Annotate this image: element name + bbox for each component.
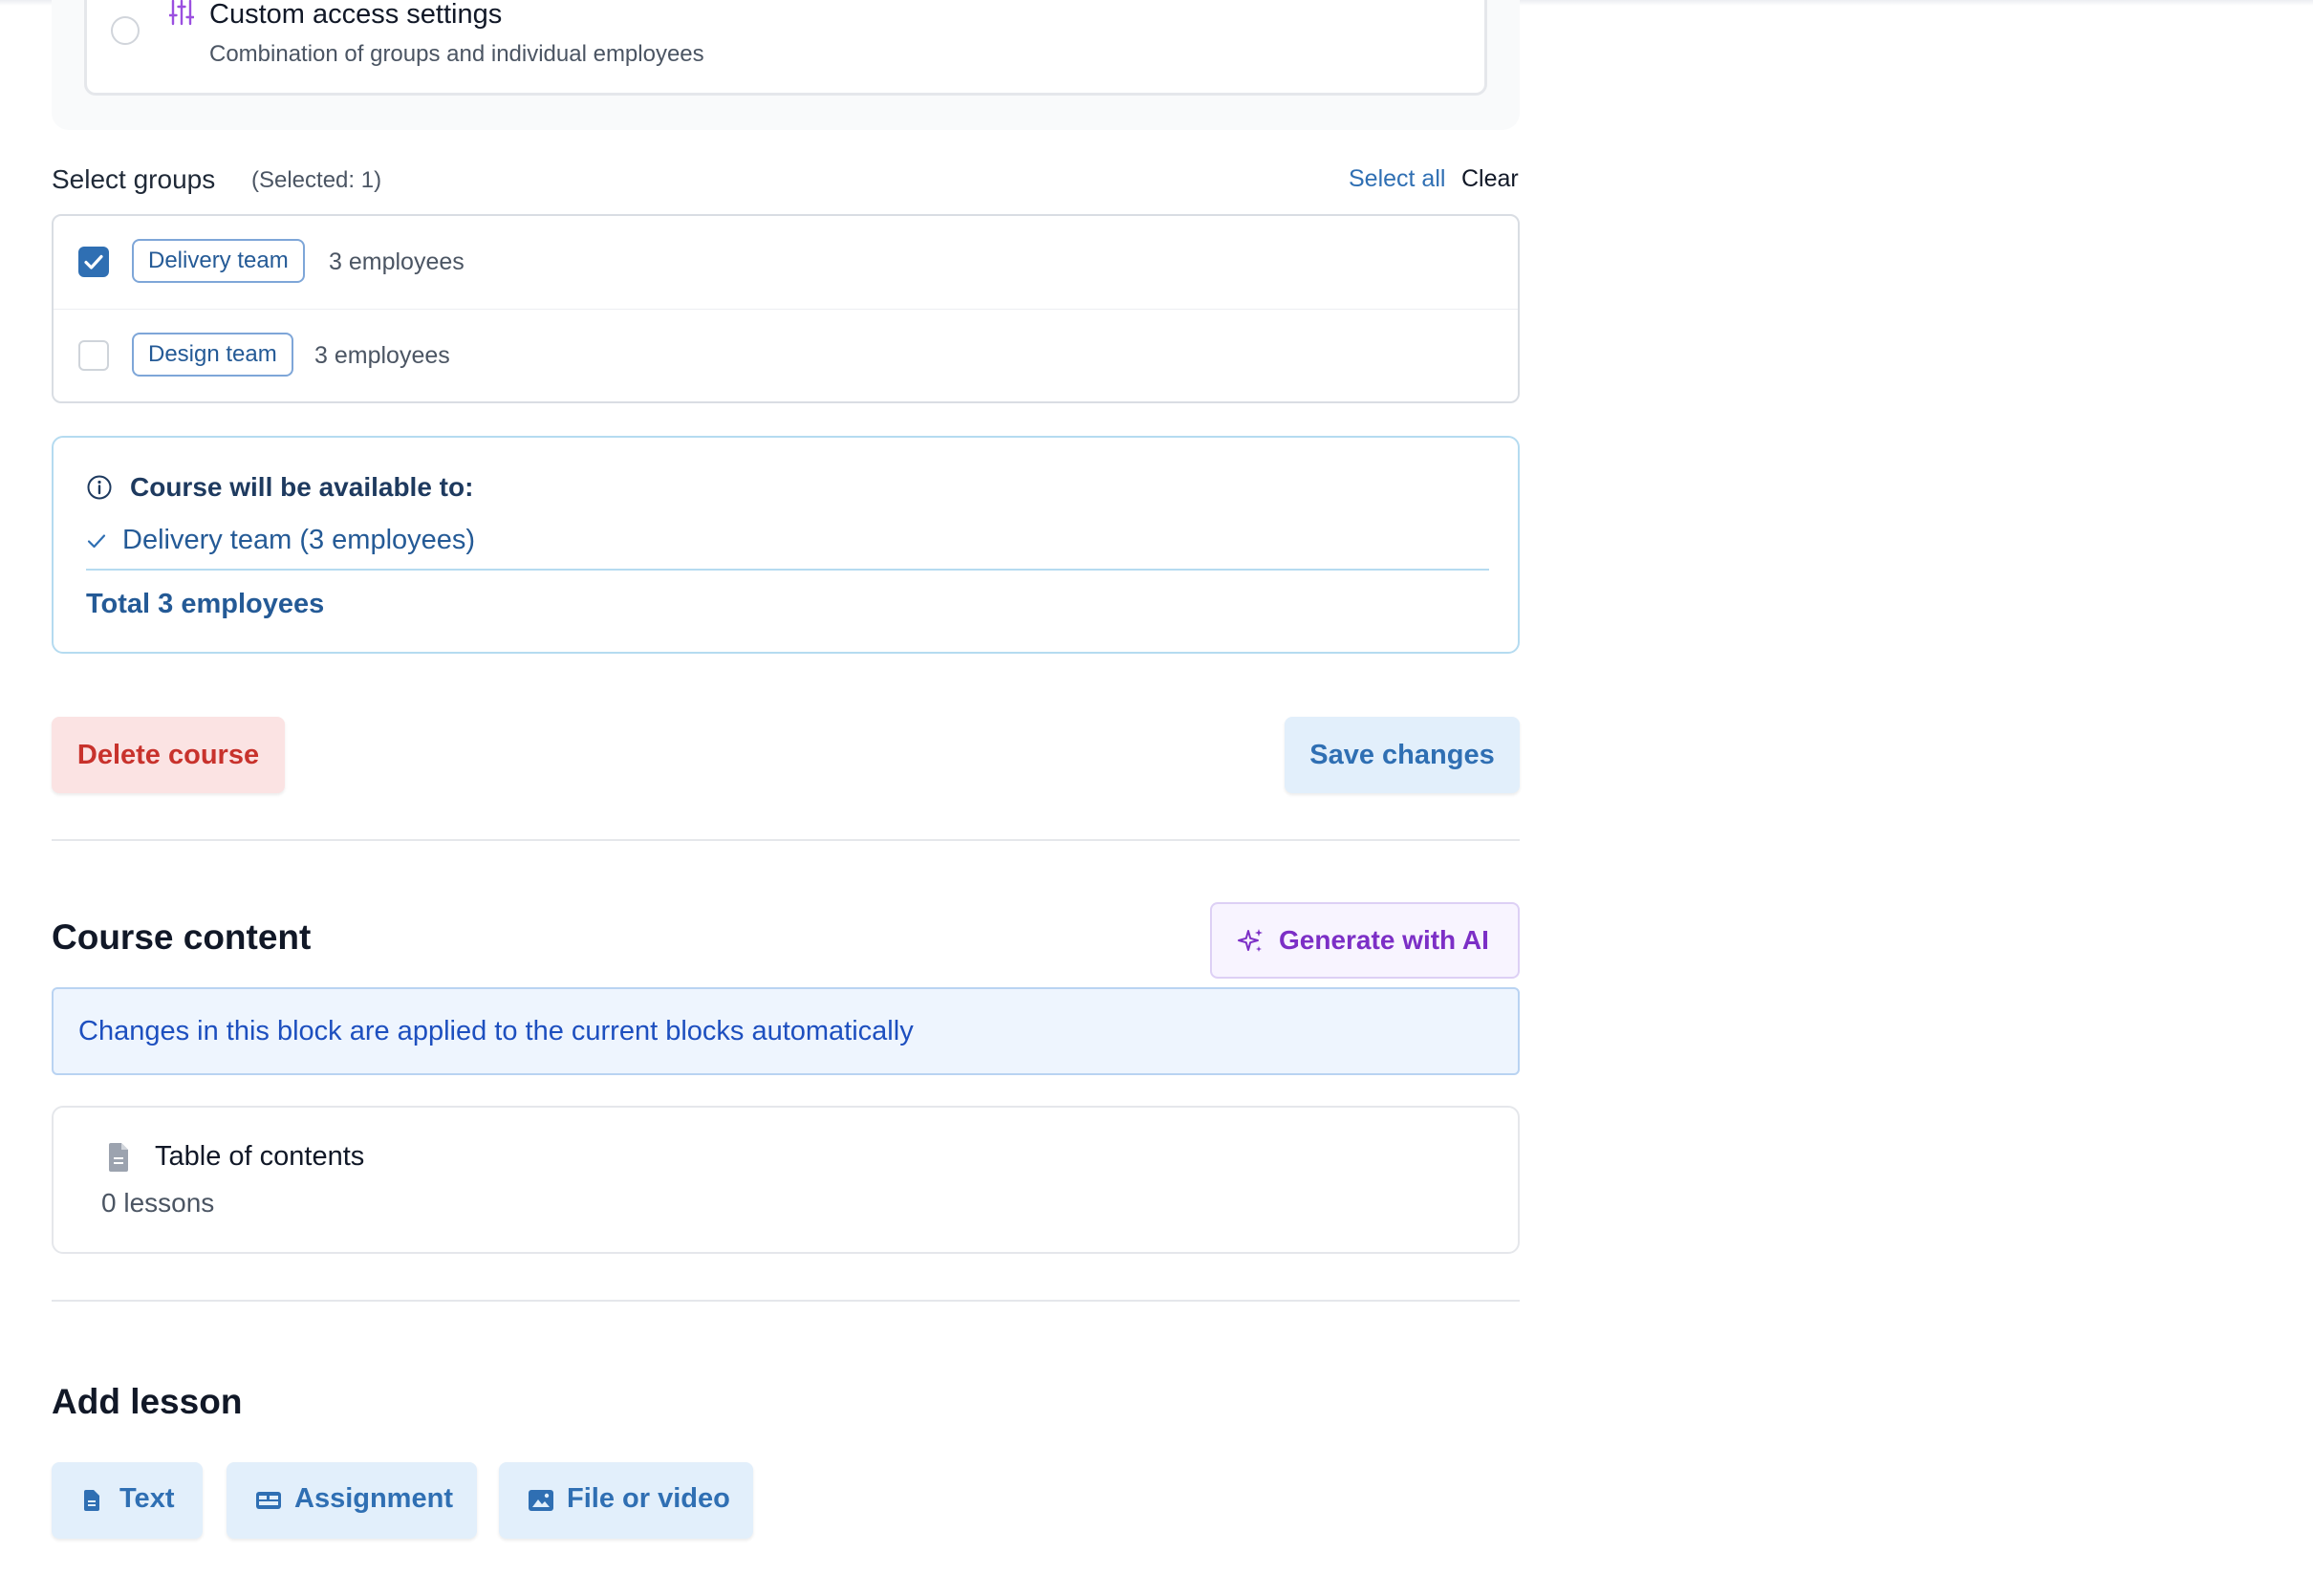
add-file-or-video-button[interactable]: File or video: [499, 1462, 753, 1539]
course-content-heading: Course content: [52, 917, 312, 957]
group-row-design[interactable]: Design team 3 employees: [54, 310, 1518, 402]
group-row-delivery[interactable]: Delivery team 3 employees: [54, 216, 1518, 310]
auto-apply-notice: Changes in this block are applied to the…: [52, 987, 1520, 1075]
group-employee-count: 3 employees: [329, 248, 465, 275]
availability-divider: [86, 569, 1489, 571]
clear-link[interactable]: Clear: [1461, 165, 1519, 193]
sliders-icon: [169, 0, 194, 26]
assignment-icon: [256, 1492, 281, 1509]
availability-summary: Course will be available to: Delivery te…: [52, 436, 1520, 654]
availability-total: Total 3 employees: [86, 589, 325, 619]
custom-access-title: Custom access settings: [209, 0, 503, 30]
groups-list: Delivery team 3 employees Design team 3 …: [52, 214, 1520, 403]
custom-access-subtitle: Combination of groups and individual emp…: [209, 41, 704, 67]
checkmark-icon: [84, 254, 103, 270]
section-divider: [52, 839, 1520, 841]
group-tag: Design team: [132, 333, 293, 377]
check-icon: [87, 534, 106, 549]
selected-count: (Selected: 1): [251, 167, 382, 193]
availability-title: Course will be available to:: [130, 472, 474, 502]
access-options-panel: Custom access settings Combination of gr…: [52, 0, 1520, 130]
generate-with-ai-button[interactable]: Generate with AI: [1210, 902, 1520, 979]
select-groups-heading: Select groups: [52, 164, 216, 194]
availability-item: Delivery team (3 employees): [122, 525, 476, 555]
generate-with-ai-label: Generate with AI: [1279, 925, 1489, 955]
add-lesson-heading: Add lesson: [52, 1382, 243, 1421]
sparkle-icon: [1238, 929, 1263, 952]
select-all-link[interactable]: Select all: [1349, 165, 1445, 193]
custom-access-radio[interactable]: [111, 16, 140, 45]
document-icon: [84, 1490, 99, 1511]
image-icon: [529, 1490, 553, 1511]
group-tag: Delivery team: [132, 239, 305, 283]
info-icon: [87, 475, 112, 500]
section-divider: [52, 1300, 1520, 1302]
lessons-count: 0 lessons: [101, 1188, 215, 1218]
file-or-video-label: File or video: [567, 1483, 730, 1514]
custom-access-option[interactable]: Custom access settings Combination of gr…: [84, 0, 1487, 96]
delivery-team-checkbox[interactable]: [78, 247, 109, 277]
design-team-checkbox[interactable]: [78, 340, 109, 371]
delete-course-button[interactable]: Delete course: [52, 717, 285, 793]
text-lesson-label: Text: [119, 1483, 175, 1514]
save-changes-button[interactable]: Save changes: [1285, 717, 1520, 793]
table-of-contents-card[interactable]: Table of contents 0 lessons: [52, 1106, 1520, 1254]
group-employee-count: 3 employees: [314, 342, 450, 369]
add-text-lesson-button[interactable]: Text: [52, 1462, 203, 1539]
document-icon: [109, 1143, 128, 1172]
add-assignment-button[interactable]: Assignment: [227, 1462, 477, 1539]
assignment-label: Assignment: [294, 1483, 453, 1514]
table-of-contents-title: Table of contents: [155, 1141, 365, 1172]
